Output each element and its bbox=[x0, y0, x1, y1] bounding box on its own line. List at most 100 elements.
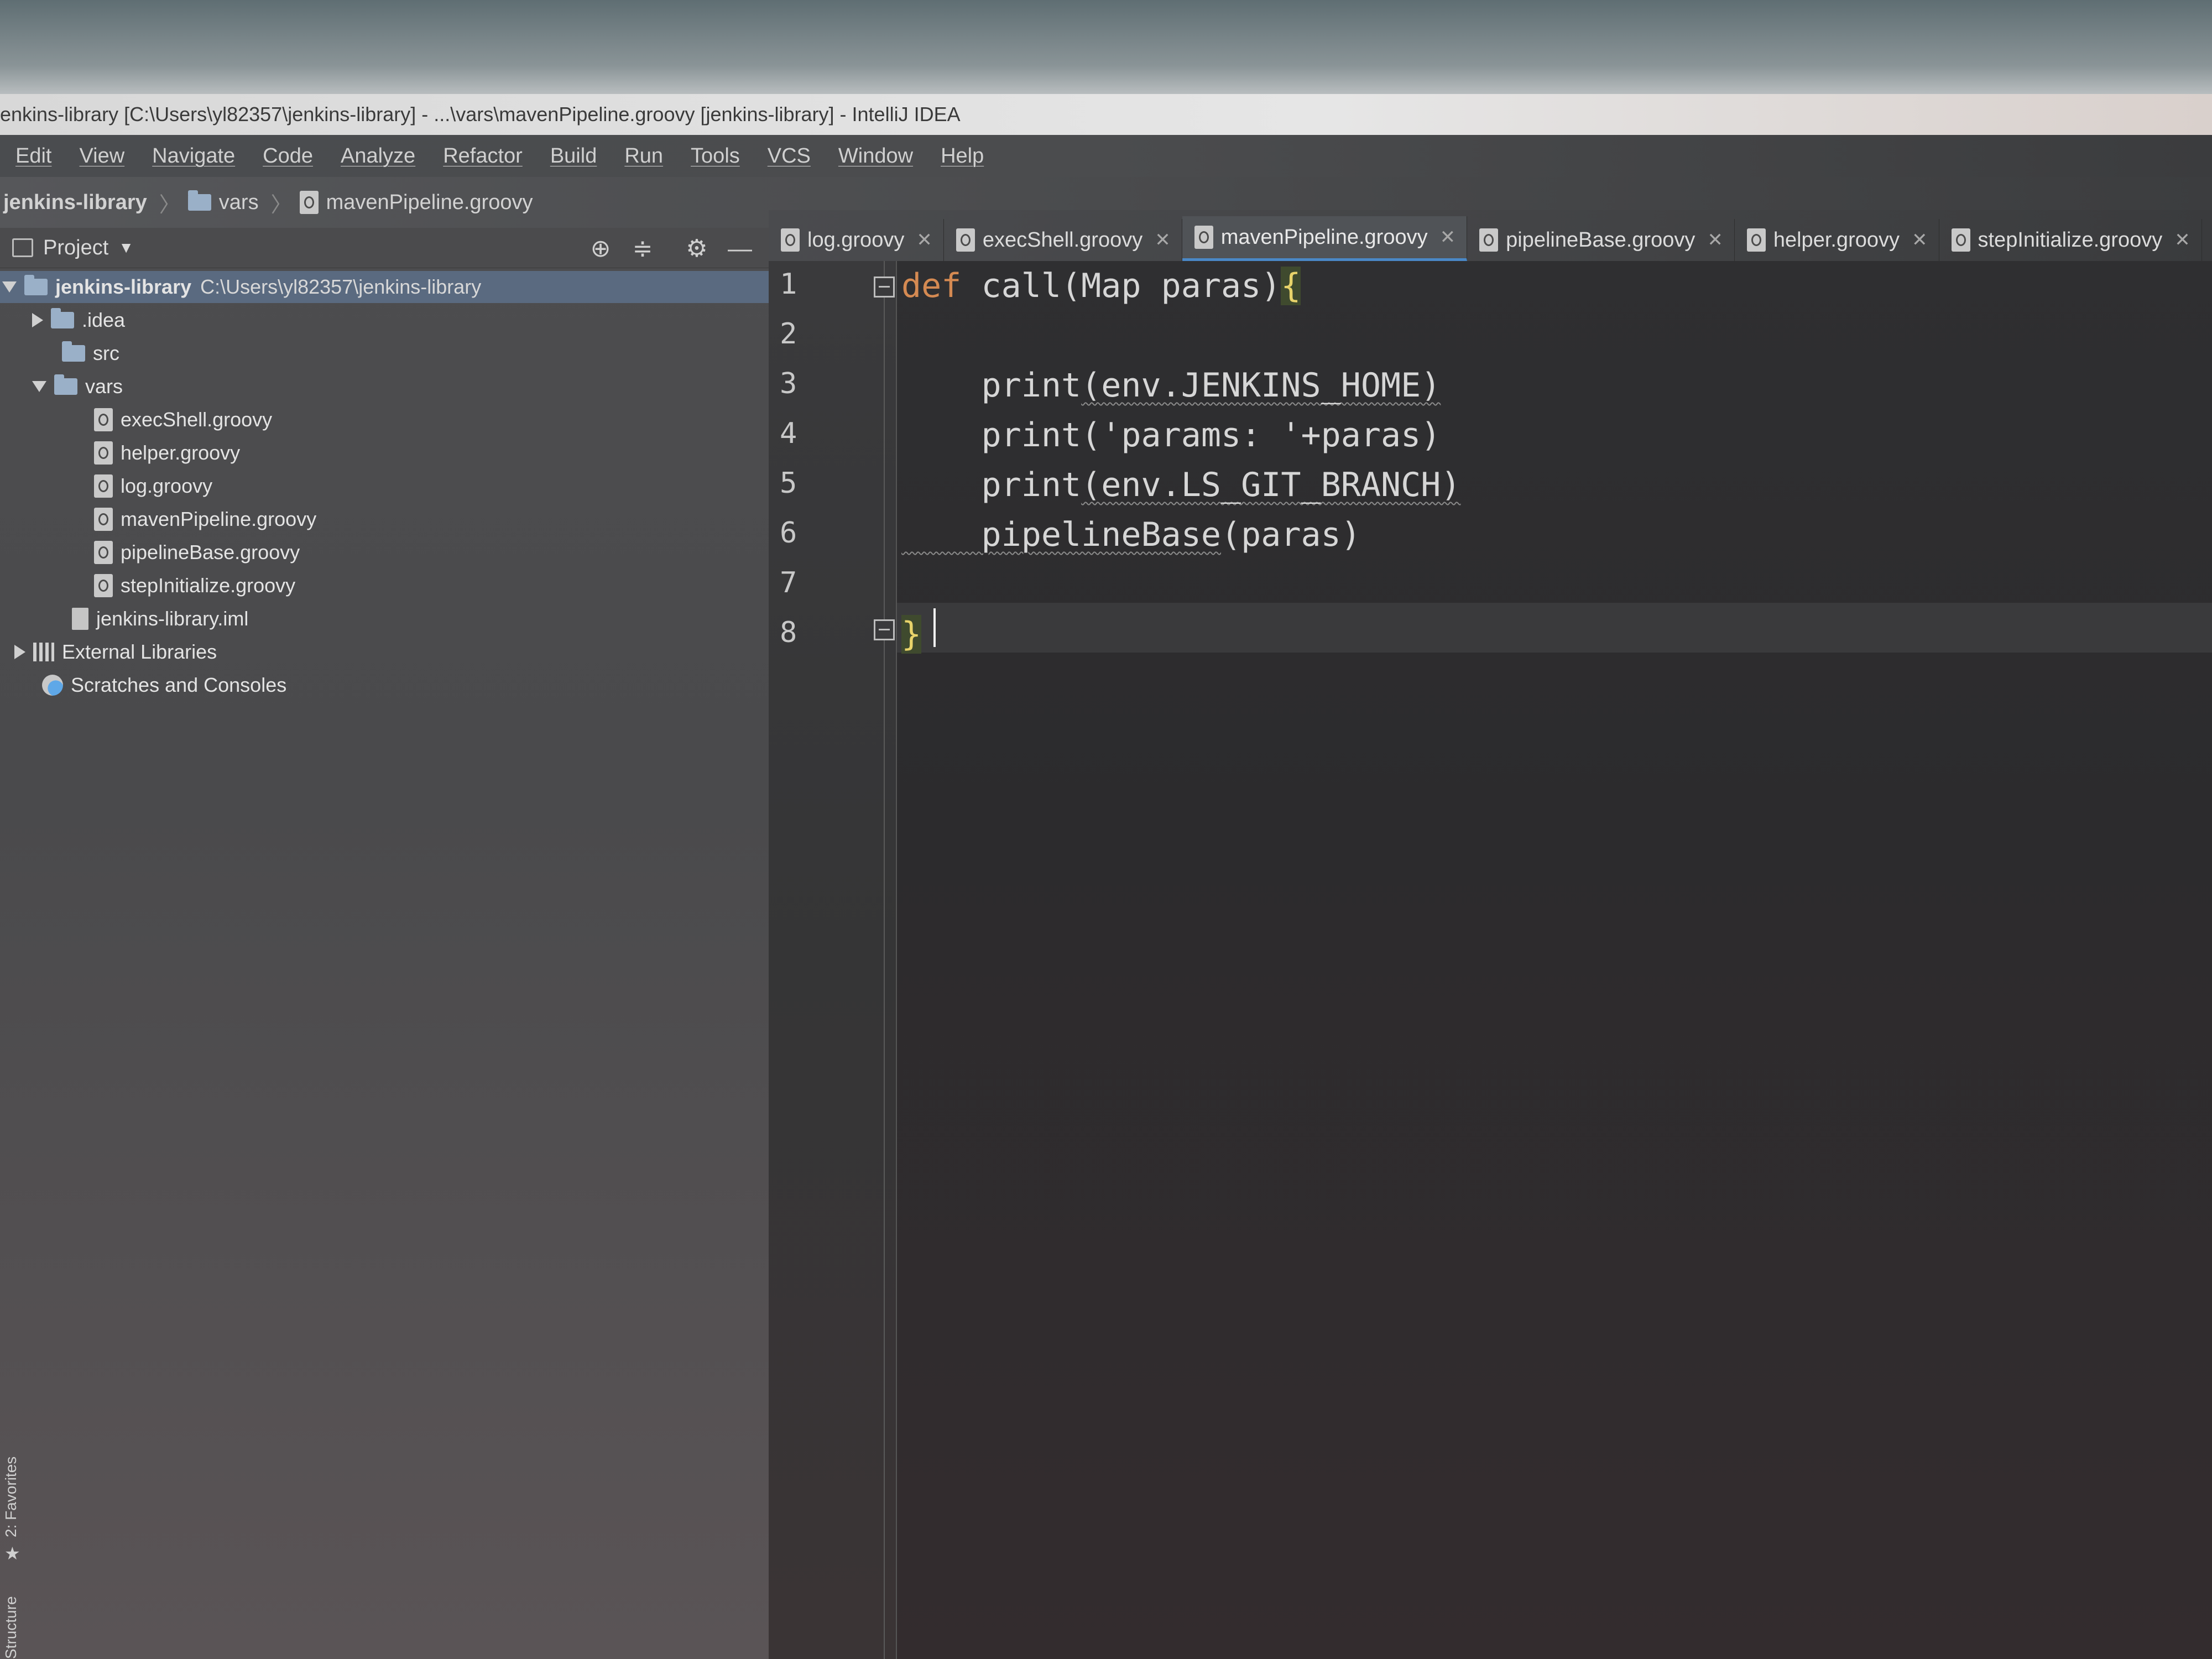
close-icon[interactable]: ✕ bbox=[1440, 226, 1456, 248]
fold-toggle-icon[interactable] bbox=[874, 276, 895, 298]
keyword-token: def bbox=[901, 267, 962, 305]
close-icon[interactable]: ✕ bbox=[1707, 229, 1723, 251]
tab-label: mavenPipeline.groovy bbox=[1220, 225, 1428, 249]
menu-edit[interactable]: Edit bbox=[0, 144, 64, 168]
tree-item-label: Scratches and Consoles bbox=[71, 674, 287, 696]
tree-item-vars[interactable]: vars bbox=[0, 371, 769, 403]
menu-analyze[interactable]: Analyze bbox=[325, 144, 427, 168]
expand-arrow-icon[interactable] bbox=[32, 381, 46, 392]
tree-item-label: log.groovy bbox=[121, 474, 213, 497]
breadcrumb-folder[interactable]: vars bbox=[187, 190, 259, 215]
code-token: print('params: '+paras) bbox=[901, 416, 1441, 455]
tab-pipelinebase-groovy[interactable]: pipelineBase.groovy ✕ bbox=[1467, 219, 1735, 261]
menu-navigate[interactable]: Navigate bbox=[137, 144, 247, 168]
project-icon bbox=[12, 238, 33, 257]
menu-build[interactable]: Build bbox=[535, 144, 609, 168]
groovy-file-icon bbox=[781, 228, 800, 252]
structure-tool-button[interactable]: Structure bbox=[2, 1596, 20, 1659]
menu-code[interactable]: Code bbox=[247, 144, 325, 168]
menu-help[interactable]: Help bbox=[925, 144, 996, 168]
tree-item-label: pipelineBase.groovy bbox=[121, 541, 300, 564]
collapse-arrow-icon[interactable] bbox=[32, 313, 43, 327]
groovy-file-icon bbox=[1746, 228, 1766, 252]
tab-execshell-groovy[interactable]: execShell.groovy ✕ bbox=[944, 219, 1182, 261]
menu-view[interactable]: View bbox=[64, 144, 137, 168]
tree-item-file[interactable]: pipelineBase.groovy bbox=[0, 536, 769, 568]
project-panel-header: Project ▼ ⊕ ≑ ⚙ — bbox=[0, 228, 769, 268]
tab-label: stepInitialize.groovy bbox=[1978, 228, 2163, 252]
tree-item-file[interactable]: stepInitialize.groovy bbox=[0, 570, 769, 602]
menu-vcs[interactable]: VCS bbox=[752, 144, 823, 168]
locate-icon[interactable]: ⊕ bbox=[587, 236, 614, 262]
brace-token: { bbox=[1281, 267, 1301, 305]
line-number: 5 bbox=[780, 467, 797, 500]
close-icon[interactable]: ✕ bbox=[1912, 229, 1928, 251]
tab-log-groovy[interactable]: log.groovy ✕ bbox=[769, 219, 944, 261]
left-tool-strip: 2: Favorites ★ Structure bbox=[0, 1383, 22, 1659]
groovy-file-icon bbox=[1479, 228, 1499, 252]
tree-item-src[interactable]: src bbox=[0, 337, 769, 369]
tree-item-external-libraries[interactable]: External Libraries bbox=[0, 636, 769, 668]
collapse-arrow-icon[interactable] bbox=[14, 645, 25, 659]
tree-item-idea[interactable]: .idea bbox=[0, 304, 769, 336]
line-number: 4 bbox=[780, 417, 797, 450]
code-content[interactable]: def call(Map paras){ print(env.JENKINS_H… bbox=[901, 261, 2212, 654]
breadcrumb-project-label: jenkins-library bbox=[3, 190, 147, 214]
groovy-file-icon bbox=[94, 408, 113, 431]
menu-run[interactable]: Run bbox=[609, 144, 675, 168]
tab-label: log.groovy bbox=[807, 228, 905, 252]
tree-item-file[interactable]: helper.groovy bbox=[0, 437, 769, 469]
tab-helper-groovy[interactable]: helper.groovy ✕ bbox=[1735, 219, 1939, 261]
tree-root[interactable]: jenkins-library C:\Users\yl82357\jenkins… bbox=[0, 271, 769, 303]
scratches-icon bbox=[42, 675, 63, 696]
close-icon[interactable]: ✕ bbox=[1155, 229, 1171, 251]
tab-label: helper.groovy bbox=[1773, 228, 1900, 252]
tree-item-file[interactable]: execShell.groovy bbox=[0, 404, 769, 436]
code-token: print bbox=[901, 366, 1082, 405]
breadcrumb-project[interactable]: jenkins-library bbox=[0, 191, 147, 215]
tab-mavenpipeline-groovy[interactable]: mavenPipeline.groovy ✕ bbox=[1182, 216, 1468, 261]
tab-stepinitialize-groovy[interactable]: stepInitialize.groovy ✕ bbox=[1939, 219, 2202, 261]
tree-item-file[interactable]: mavenPipeline.groovy bbox=[0, 503, 769, 535]
expand-arrow-icon[interactable] bbox=[2, 281, 17, 293]
brace-token: } bbox=[901, 615, 922, 654]
window-title: enkins-library [C:\Users\yl82357\jenkins… bbox=[0, 94, 2212, 135]
tree-item-scratches[interactable]: Scratches and Consoles bbox=[0, 669, 769, 701]
collapse-all-icon[interactable]: ≑ bbox=[629, 236, 656, 262]
warning-token: (env.LS_GIT_BRANCH) bbox=[1081, 466, 1461, 504]
favorites-tool-button[interactable]: 2: Favorites bbox=[2, 1457, 20, 1537]
fold-toggle-icon[interactable] bbox=[874, 619, 895, 640]
tab-label: pipelineBase.groovy bbox=[1506, 228, 1695, 252]
folder-icon bbox=[62, 341, 85, 362]
close-icon[interactable]: ✕ bbox=[916, 229, 932, 251]
menu-refactor[interactable]: Refactor bbox=[427, 144, 535, 168]
folder-icon bbox=[187, 190, 211, 211]
menu-tools[interactable]: Tools bbox=[675, 144, 752, 168]
line-number: 8 bbox=[780, 616, 797, 649]
code-editor[interactable]: 1 2 3 4 5 6 7 8 def call(Map paras){ pri… bbox=[769, 261, 2212, 1659]
tree-root-path: C:\Users\yl82357\jenkins-library bbox=[200, 275, 482, 298]
breadcrumb-file[interactable]: mavenPipeline.groovy bbox=[299, 191, 533, 215]
breadcrumb-folder-label: vars bbox=[218, 190, 259, 214]
star-icon: ★ bbox=[4, 1543, 20, 1563]
tree-item-label: .idea bbox=[82, 309, 126, 331]
tree-item-label: vars bbox=[85, 375, 123, 398]
chevron-down-icon[interactable]: ▼ bbox=[118, 239, 134, 257]
gear-icon[interactable]: ⚙ bbox=[684, 236, 710, 262]
menu-window[interactable]: Window bbox=[823, 144, 925, 168]
tree-item-label: stepInitialize.groovy bbox=[121, 574, 296, 597]
project-panel-title[interactable]: Project bbox=[43, 236, 108, 260]
menu-bar: Edit View Navigate Code Analyze Refactor… bbox=[0, 135, 2212, 177]
groovy-file-icon bbox=[94, 441, 113, 465]
hide-panel-icon[interactable]: — bbox=[727, 236, 753, 262]
tree-item-iml[interactable]: jenkins-library.iml bbox=[0, 603, 769, 635]
tree-item-label: execShell.groovy bbox=[121, 408, 273, 431]
line-gutter: 1 2 3 4 5 6 7 8 bbox=[769, 261, 897, 1659]
module-file-icon bbox=[72, 608, 88, 630]
tree-item-file[interactable]: log.groovy bbox=[0, 470, 769, 502]
groovy-file-icon bbox=[94, 474, 113, 498]
code-token: call(Map paras) bbox=[961, 267, 1281, 305]
code-line-3: print(env.JENKINS_HOME) bbox=[901, 361, 1441, 410]
tree-item-label: mavenPipeline.groovy bbox=[121, 508, 317, 530]
close-icon[interactable]: ✕ bbox=[2174, 229, 2190, 251]
